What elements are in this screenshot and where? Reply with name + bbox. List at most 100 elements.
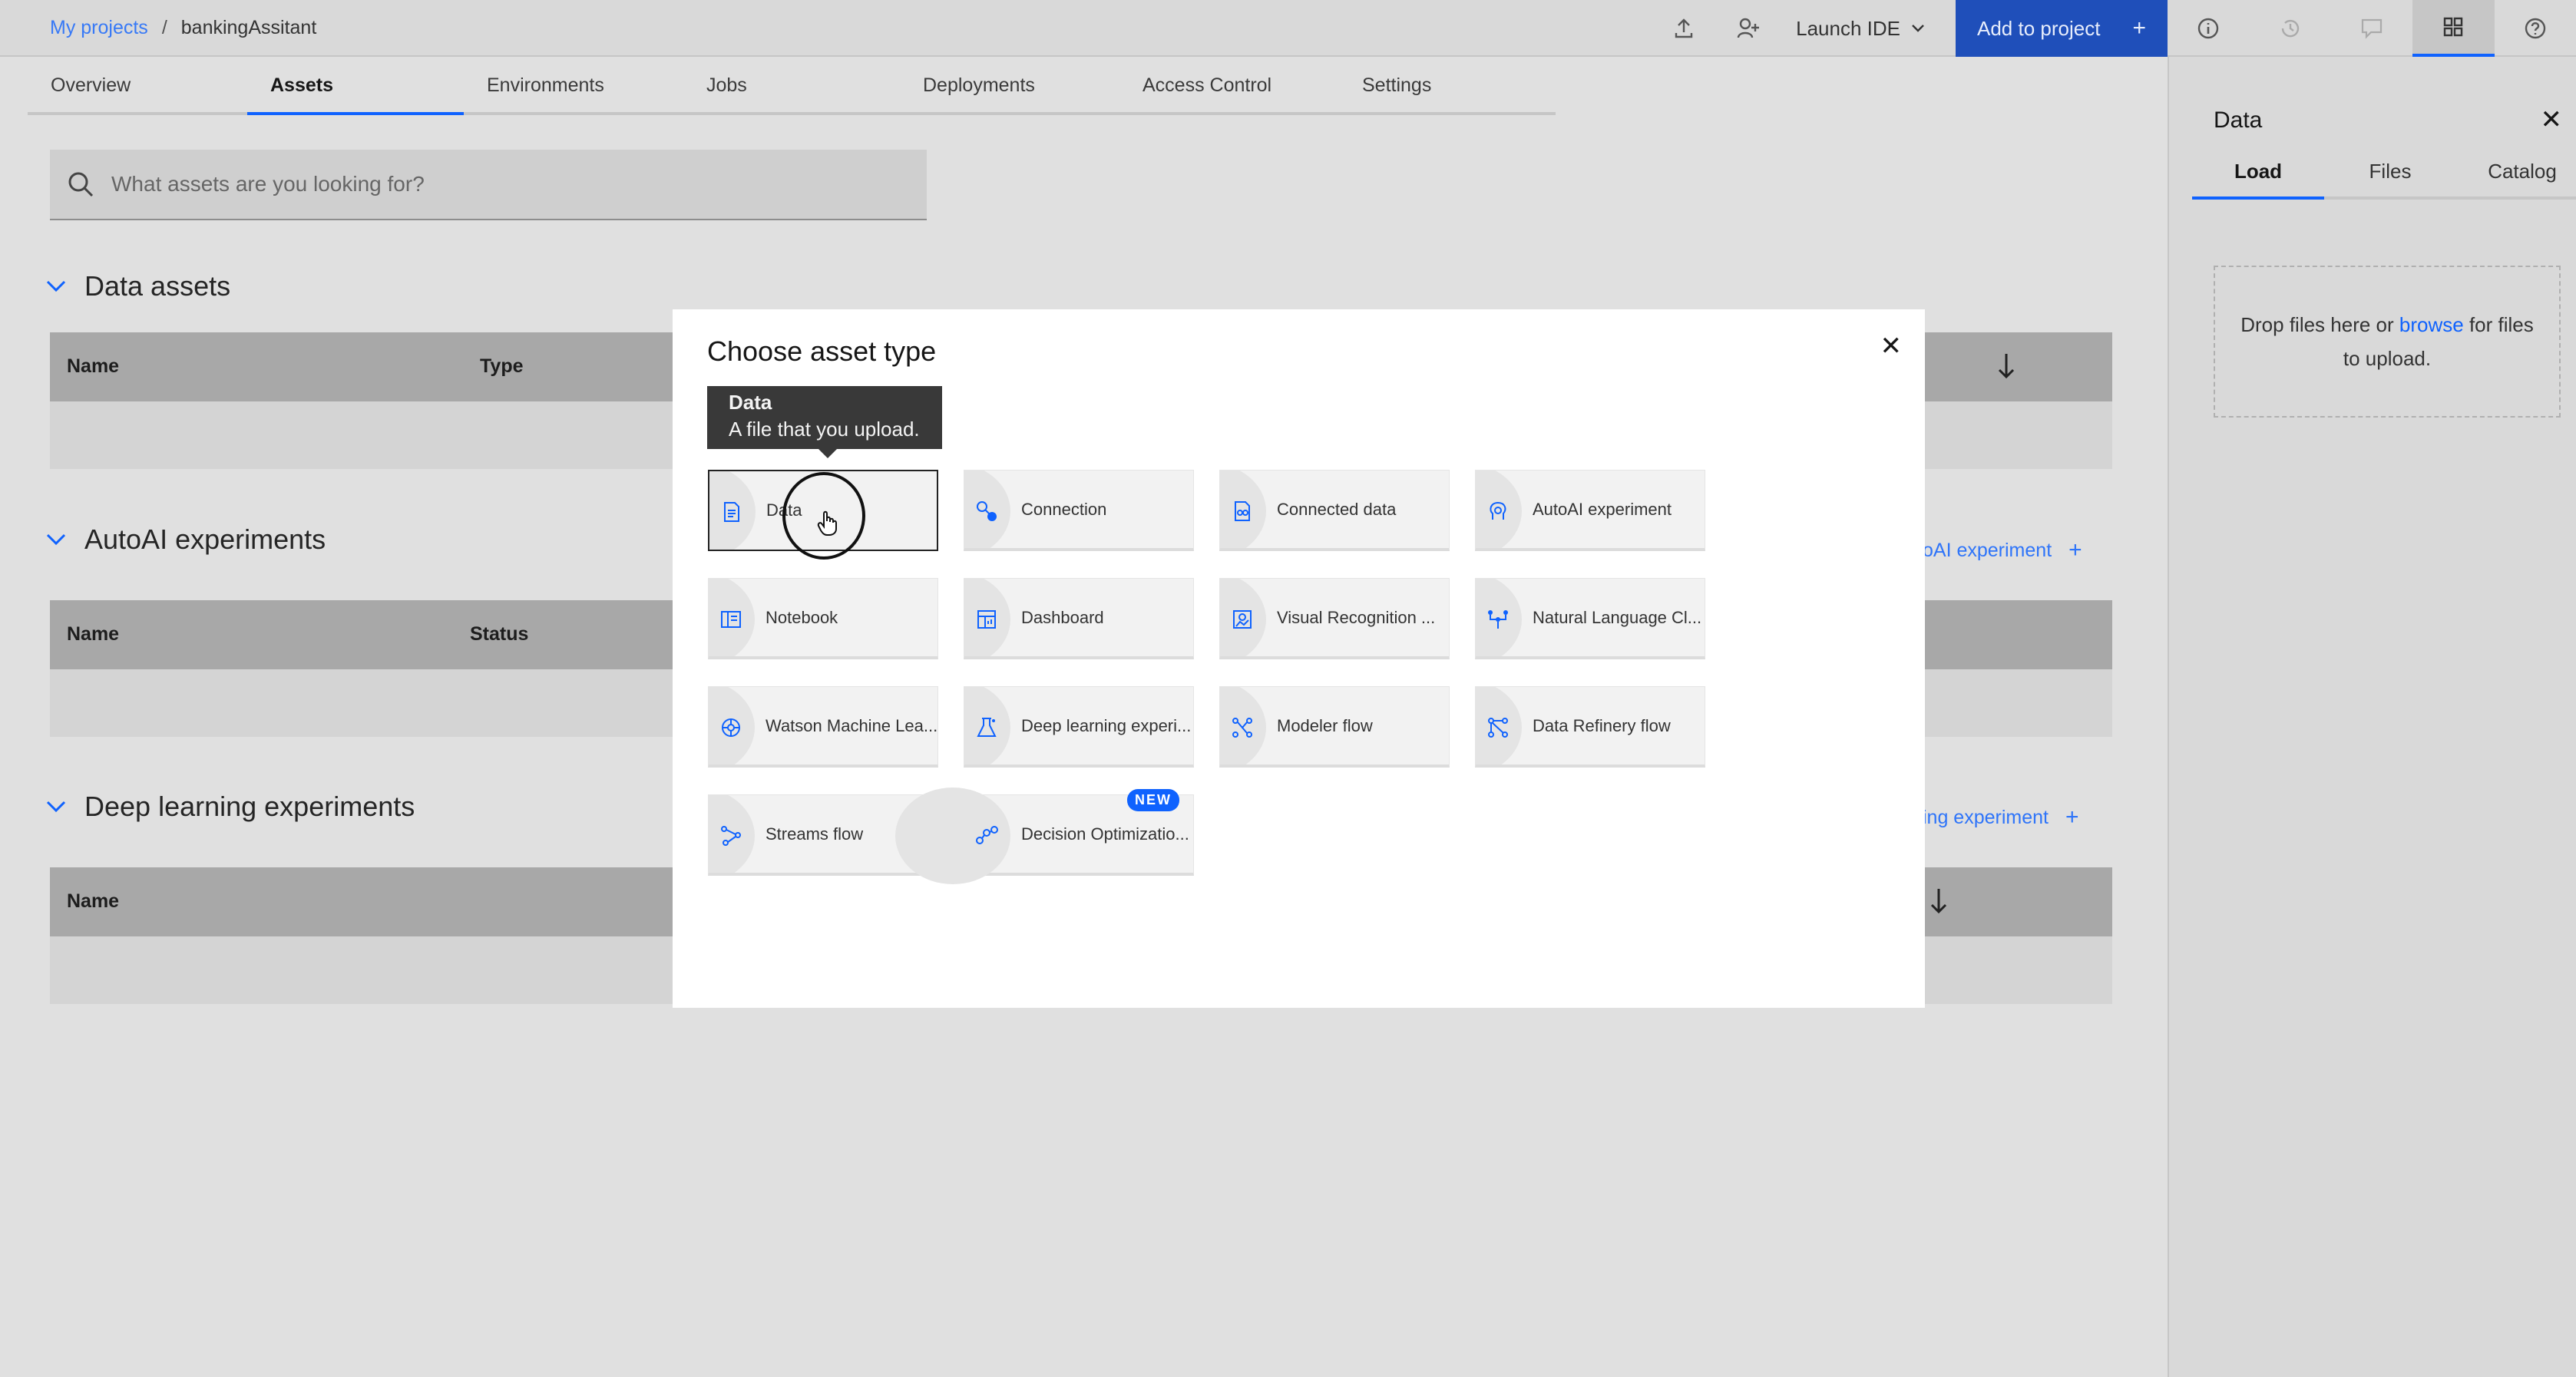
tile-label: Connected data xyxy=(1277,500,1397,519)
tile-label: Data Refinery flow xyxy=(1533,716,1671,735)
column-name[interactable]: Name xyxy=(67,890,119,913)
visual-recognition-icon xyxy=(1229,606,1255,632)
panel-tab-load[interactable]: Load xyxy=(2192,146,2324,200)
data-file-icon xyxy=(719,499,745,525)
streams-flow-icon xyxy=(718,823,744,849)
search-input[interactable] xyxy=(111,172,802,196)
asset-tile-notebook[interactable]: Notebook xyxy=(708,578,938,659)
tile-label: Modeler flow xyxy=(1277,716,1373,735)
file-dropzone[interactable]: Drop files here or browse for files to u… xyxy=(2214,266,2561,418)
tile-label: Notebook xyxy=(766,608,838,627)
breadcrumb: My projects / bankingAssitant xyxy=(50,17,316,39)
tile-label: Watson Machine Lea... xyxy=(766,716,938,735)
history-icon[interactable] xyxy=(2249,0,2330,57)
hand-cursor-icon xyxy=(817,510,838,540)
sort-arrow-icon[interactable] xyxy=(1930,887,1948,915)
panel-tabs: Load Files Catalog xyxy=(2192,146,2576,200)
browse-link[interactable]: browse xyxy=(2399,313,2464,336)
chevron-down-icon xyxy=(1912,25,1924,32)
panel-tab-files[interactable]: Files xyxy=(2324,146,2456,200)
notebook-icon xyxy=(718,606,744,632)
tile-label: Connection xyxy=(1021,500,1107,519)
deep-learning-section-header[interactable]: Deep learning experiments xyxy=(46,791,415,823)
link-label: oAI experiment xyxy=(1923,539,2052,561)
deep-learning-icon xyxy=(974,715,1000,741)
chevron-down-icon xyxy=(46,280,66,292)
choose-asset-type-modal: Choose asset type ✕ Data A file that you… xyxy=(673,309,1925,1008)
new-autoai-experiment-link[interactable]: oAI experiment + xyxy=(1923,537,2082,563)
tile-label: Decision Optimizatio... xyxy=(1021,824,1189,844)
comment-icon[interactable] xyxy=(2331,0,2412,57)
column-name[interactable]: Name xyxy=(67,355,119,378)
autoai-icon xyxy=(1485,498,1511,524)
breadcrumb-project-name: bankingAssitant xyxy=(180,17,317,38)
tab-assets[interactable]: Assets xyxy=(247,58,464,115)
asset-tile-autoai-experiment[interactable]: AutoAI experiment xyxy=(1475,470,1705,551)
project-tabs: Overview Assets Environments Jobs Deploy… xyxy=(28,58,1556,115)
data-assets-section-header[interactable]: Data assets xyxy=(46,270,230,302)
plus-icon: + xyxy=(2065,804,2079,830)
upload-icon[interactable] xyxy=(1652,0,1716,57)
tab-overview[interactable]: Overview xyxy=(28,58,247,115)
add-collaborator-icon[interactable] xyxy=(1716,0,1781,57)
asset-tile-natural-language[interactable]: Natural Language Cl... xyxy=(1475,578,1705,659)
launch-ide-dropdown[interactable]: Launch IDE xyxy=(1781,0,1956,57)
asset-tile-connection[interactable]: Connection xyxy=(964,470,1194,551)
autoai-section-header[interactable]: AutoAI experiments xyxy=(46,523,326,556)
asset-tile-visual-recognition[interactable]: Visual Recognition ... xyxy=(1219,578,1450,659)
tile-label: Visual Recognition ... xyxy=(1277,608,1436,627)
column-type[interactable]: Type xyxy=(480,355,524,378)
connection-icon xyxy=(974,498,1000,524)
header-actions: Launch IDE Add to project + xyxy=(1652,0,2168,57)
asset-tile-data-refinery-flow[interactable]: Data Refinery flow xyxy=(1475,686,1705,768)
asset-tile-deep-learning-experiment[interactable]: Deep learning experi... xyxy=(964,686,1194,768)
asset-tile-dashboard[interactable]: Dashboard xyxy=(964,578,1194,659)
asset-tile-modeler-flow[interactable]: Modeler flow xyxy=(1219,686,1450,768)
data-tooltip: Data A file that you upload. xyxy=(707,386,942,458)
tooltip-title: Data xyxy=(729,391,772,414)
section-title: AutoAI experiments xyxy=(84,523,326,555)
top-header: My projects / bankingAssitant Launch IDE… xyxy=(0,0,2168,57)
help-icon[interactable] xyxy=(2495,0,2576,57)
connected-data-icon xyxy=(1229,498,1255,524)
close-icon[interactable]: ✕ xyxy=(1880,331,1903,362)
data-side-panel: Data ✕ Load Files Catalog Drop files her… xyxy=(2168,57,2576,1377)
decision-optimization-icon xyxy=(974,823,1000,849)
info-icon[interactable] xyxy=(2168,0,2249,57)
asset-search xyxy=(50,150,927,220)
close-icon[interactable]: ✕ xyxy=(2541,104,2563,135)
dashboard-icon xyxy=(974,606,1000,632)
tab-jobs[interactable]: Jobs xyxy=(683,58,900,115)
tile-label: Natural Language Cl... xyxy=(1533,608,1702,627)
launch-ide-label: Launch IDE xyxy=(1796,16,1900,40)
tab-settings[interactable]: Settings xyxy=(1339,58,1556,115)
asset-tile-watson-machine-learning[interactable]: Watson Machine Lea... xyxy=(708,686,938,768)
modal-title: Choose asset type xyxy=(707,335,937,367)
tab-deployments[interactable]: Deployments xyxy=(900,58,1119,115)
tab-environments[interactable]: Environments xyxy=(464,58,683,115)
modeler-flow-icon xyxy=(1229,715,1255,741)
plus-icon: + xyxy=(2068,537,2082,563)
column-name[interactable]: Name xyxy=(67,623,119,646)
breadcrumb-separator: / xyxy=(161,17,167,38)
tab-access-control[interactable]: Access Control xyxy=(1119,58,1339,115)
panel-title: Data xyxy=(2214,107,2263,133)
link-label: ing experiment xyxy=(1923,806,2049,828)
asset-tile-decision-optimization[interactable]: Decision Optimizatio... NEW xyxy=(895,788,1194,884)
plus-icon: + xyxy=(2132,15,2146,41)
add-to-project-label: Add to project xyxy=(1977,16,2101,40)
panel-tab-catalog[interactable]: Catalog xyxy=(2456,146,2576,200)
tile-label: Dashboard xyxy=(1021,608,1104,627)
new-badge: NEW xyxy=(1127,789,1179,811)
sort-arrow-icon[interactable] xyxy=(1997,352,2015,380)
data-panel-icon[interactable] xyxy=(2412,0,2495,57)
asset-tile-connected-data[interactable]: Connected data xyxy=(1219,470,1450,551)
natural-language-icon xyxy=(1485,606,1511,632)
breadcrumb-my-projects[interactable]: My projects xyxy=(50,17,148,39)
chevron-down-icon xyxy=(46,801,66,813)
column-status[interactable]: Status xyxy=(470,623,528,646)
section-title: Data assets xyxy=(84,270,231,302)
new-deep-learning-experiment-link[interactable]: ing experiment + xyxy=(1923,804,2079,830)
section-title: Deep learning experiments xyxy=(84,791,415,822)
add-to-project-button[interactable]: Add to project + xyxy=(1956,0,2168,57)
